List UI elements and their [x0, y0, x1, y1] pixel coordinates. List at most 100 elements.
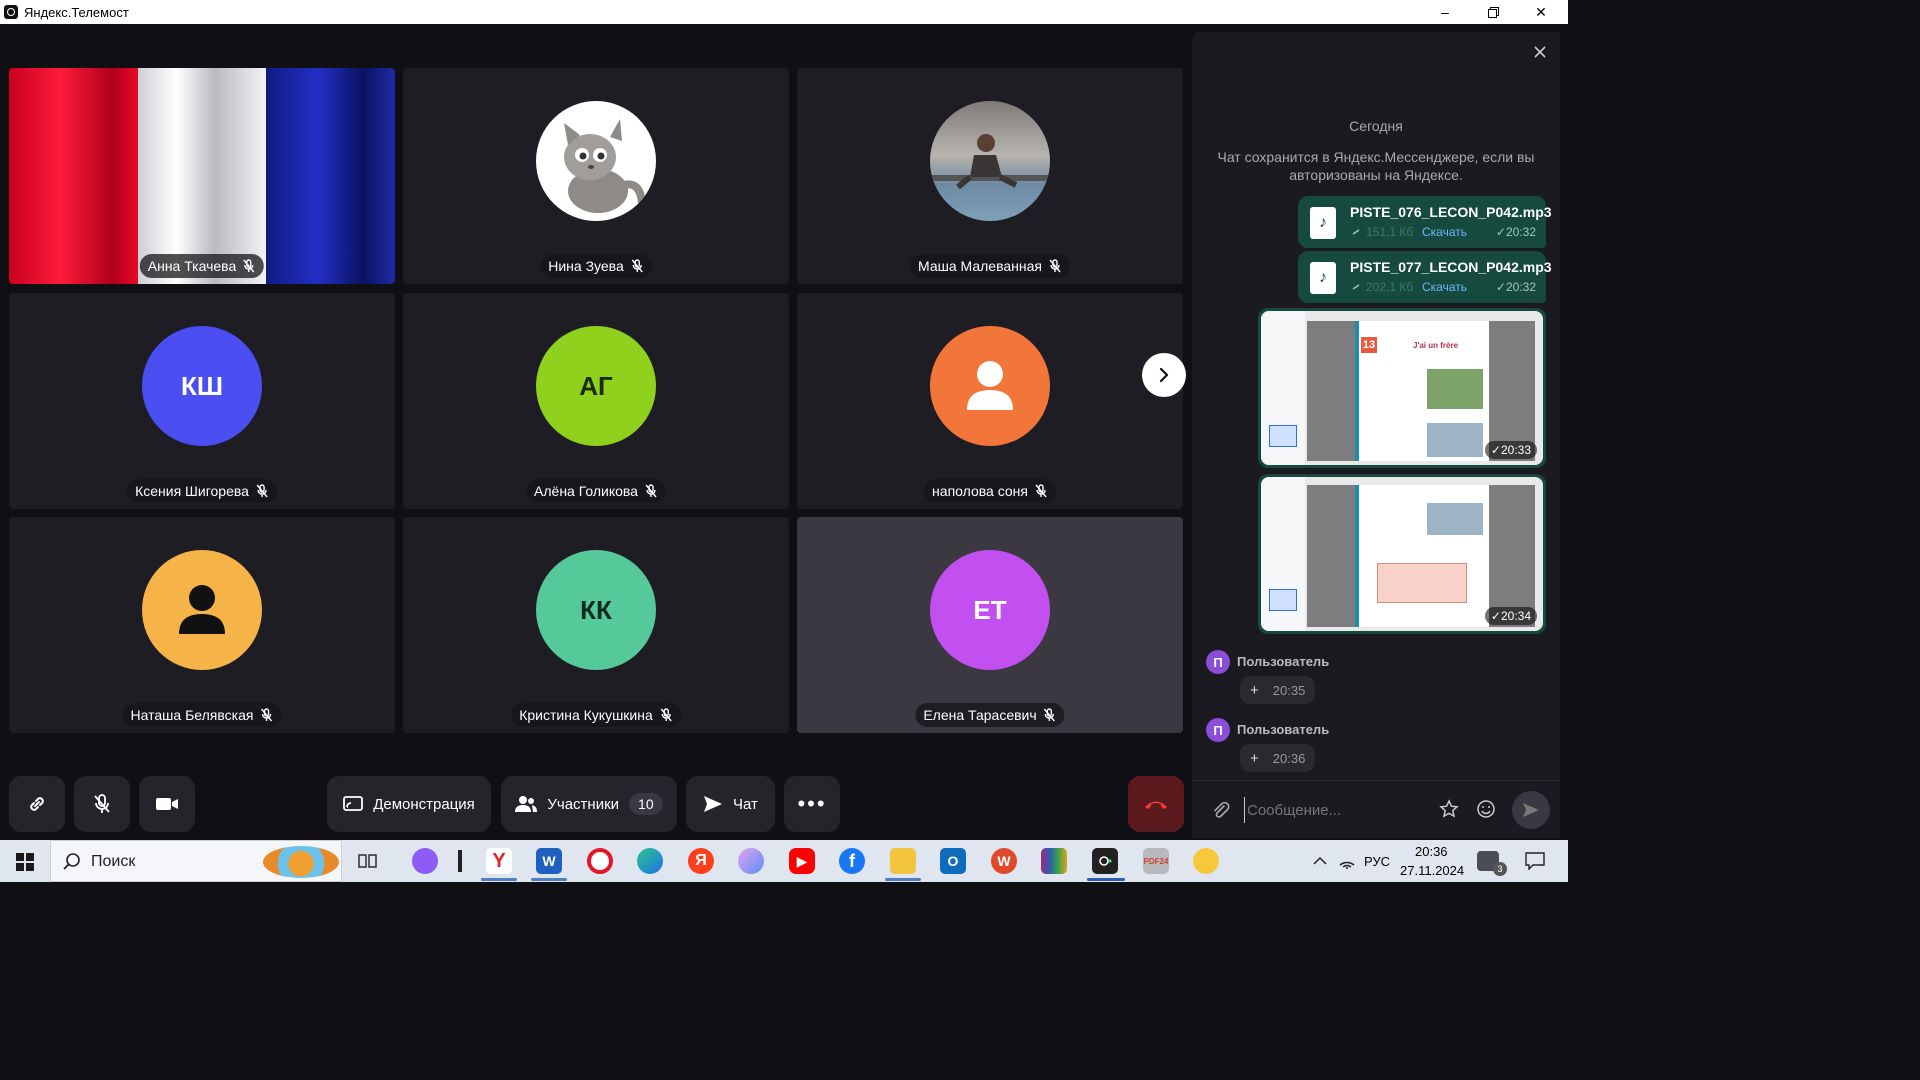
download-link[interactable]: Скачать [1422, 225, 1467, 239]
user-message[interactable]: П Пользователь + 20:36 [1206, 718, 1406, 778]
music-app-icon[interactable] [1193, 848, 1219, 874]
chevron-up-icon[interactable] [1313, 856, 1327, 865]
page-number-badge: 13 [1361, 337, 1377, 353]
download-link[interactable]: Скачать [1422, 280, 1467, 294]
copy-link-button[interactable] [9, 776, 65, 832]
participant-nametag: Маша Малеванная [910, 254, 1070, 278]
message-bubble: + 20:35 [1240, 676, 1316, 704]
yandex-browser-icon[interactable]: Y [486, 848, 512, 874]
camera-toggle-button[interactable] [139, 776, 195, 832]
hang-up-button[interactable] [1128, 776, 1184, 832]
star-icon[interactable] [1439, 799, 1459, 819]
participant-name: Маша Малеванная [918, 258, 1042, 274]
word-icon[interactable]: W [536, 848, 562, 874]
emoji-icon[interactable] [1476, 799, 1496, 819]
minimize-button[interactable]: – [1422, 0, 1468, 24]
image-message[interactable]: 13 J'ai un frère ✓20:33 [1258, 308, 1546, 468]
participant-tile[interactable]: АГ Алёна Голикова [403, 293, 789, 509]
music-note-icon: ♪ [1310, 207, 1336, 239]
participant-tile[interactable]: наполова соня [797, 293, 1183, 509]
wifi-icon[interactable] [1339, 853, 1355, 869]
participant-tile[interactable]: КК Кристина Кукушкина [403, 517, 789, 733]
participant-nametag: Ксения Шигорева [127, 479, 277, 503]
image-message[interactable]: ✓20:34 [1258, 474, 1546, 634]
send-button[interactable] [1512, 791, 1550, 829]
participant-tile-speaking[interactable]: ЕТ Елена Тарасевич [797, 517, 1183, 733]
screen-share-label: Демонстрация [373, 795, 475, 813]
link-icon [30, 797, 44, 811]
notification-center-icon[interactable] [1525, 852, 1545, 870]
chat-save-notice: Чат сохранится в Яндекс.Мессенджере, есл… [1217, 149, 1535, 183]
yandex-icon[interactable]: Я [688, 848, 714, 874]
taskbar-search-box[interactable]: Поиск [50, 840, 342, 882]
mic-off-icon [1044, 708, 1056, 722]
mic-off-icon [243, 259, 255, 273]
participants-label: Участники [547, 795, 620, 813]
message-time: ✓20:33 [1484, 441, 1537, 459]
youtube-icon[interactable]: ▶ [789, 848, 815, 874]
paperclip-icon[interactable] [1212, 801, 1230, 821]
camera-icon [156, 798, 178, 810]
participant-name: Анна Ткачева [147, 258, 237, 274]
telemost-taskbar-icon[interactable] [1092, 848, 1118, 874]
message-time: 20:36 [1272, 750, 1306, 766]
user-name: Пользователь [1237, 654, 1330, 669]
file-explorer-icon[interactable] [890, 848, 916, 874]
task-view-icon[interactable] [358, 852, 378, 870]
windows-start-icon[interactable] [16, 853, 34, 871]
mic-off-icon [645, 484, 657, 498]
running-indicator [481, 878, 517, 881]
participant-nametag: Анна Ткачева [139, 254, 265, 278]
mic-off-icon [660, 708, 672, 722]
textbook-screenshot-image: 13 J'ai un frère ✓20:33 [1261, 311, 1543, 465]
next-page-button[interactable] [1142, 353, 1186, 397]
copilot-icon[interactable] [738, 848, 764, 874]
winrar-icon[interactable] [1041, 848, 1067, 874]
file-message[interactable]: ♪ PISTE_076_LECON_P042.mp3 151,1 Кб Скач… [1298, 196, 1552, 248]
file-message[interactable]: ♪ PISTE_077_LECON_P042.mp3 202,1 Кб Скач… [1298, 251, 1552, 303]
more-options-button[interactable]: ••• [784, 776, 840, 832]
message-time: ✓20:32 [1495, 225, 1536, 239]
opera-icon[interactable] [587, 848, 613, 874]
close-chat-button[interactable] [1530, 42, 1550, 62]
participant-tile[interactable]: Наташа Белявская [9, 517, 395, 733]
active-window-indicator [1087, 878, 1125, 881]
running-indicator [531, 878, 567, 881]
participant-tile[interactable]: Нина Зуева [403, 68, 789, 284]
user-name: Пользователь [1237, 722, 1330, 737]
restore-button[interactable] [1470, 0, 1516, 24]
wps-office-icon[interactable]: W [991, 848, 1017, 874]
message-text: + [1250, 681, 1259, 699]
alice-app-icon[interactable] [412, 848, 438, 874]
facebook-icon[interactable]: f [839, 848, 865, 874]
more-dots-icon: ••• [797, 791, 827, 816]
music-note-icon: ♪ [1310, 262, 1336, 294]
screen-share-button[interactable]: Демонстрация [327, 776, 491, 832]
participant-name: Наташа Белявская [130, 707, 254, 723]
chat-input-bar [1192, 780, 1560, 838]
participant-nametag: Елена Тарасевич [915, 703, 1065, 727]
participant-tile[interactable]: Анна Ткачева [9, 68, 395, 284]
participants-count-badge: 10 [629, 793, 663, 815]
search-highlight-image [263, 846, 339, 878]
clock-time[interactable]: 20:36 [1415, 844, 1448, 859]
edge-icon[interactable] [637, 848, 663, 874]
message-input[interactable] [1244, 797, 1424, 823]
participant-tile[interactable]: Маша Малеванная [797, 68, 1183, 284]
participant-name: Елена Тарасевич [923, 707, 1037, 723]
pdf24-icon[interactable]: PDF24 [1143, 848, 1169, 874]
user-message[interactable]: П Пользователь + 20:35 [1206, 650, 1406, 710]
chat-button[interactable]: Чат [686, 776, 775, 832]
window-title: Яндекс.Телемост [24, 4, 129, 20]
outlook-icon[interactable]: O [940, 848, 966, 874]
clock-date[interactable]: 27.11.2024 [1400, 863, 1464, 878]
participants-button[interactable]: Участники 10 [501, 776, 677, 832]
mic-off-icon [256, 484, 268, 498]
person-photo-avatar [930, 101, 1050, 221]
chat-panel: Сегодня Чат сохранится в Яндекс.Мессендж… [1192, 32, 1560, 836]
participant-name: Кристина Кукушкина [519, 707, 653, 723]
close-window-button[interactable]: ✕ [1518, 0, 1564, 24]
language-indicator[interactable]: РУС [1364, 854, 1390, 869]
microphone-toggle-button[interactable] [74, 776, 130, 832]
participant-tile[interactable]: КШ Ксения Шигорева [9, 293, 395, 509]
